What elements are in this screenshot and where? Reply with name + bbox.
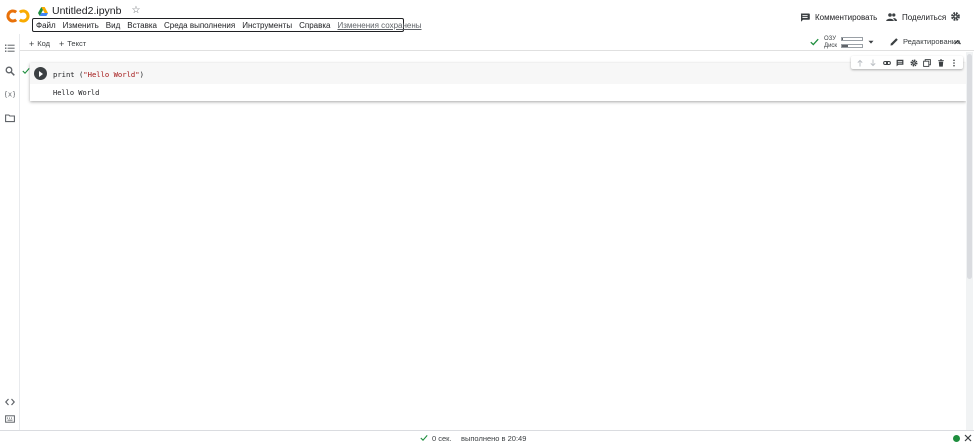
title-row: Untitled2.ipynb ☆ <box>38 4 140 18</box>
settings-icon[interactable] <box>910 59 918 67</box>
notebook-scrollbar[interactable] <box>966 52 973 430</box>
code-cell[interactable]: print ("Hello World") Hello World <box>30 63 966 101</box>
menu-view[interactable]: Вид <box>106 21 120 30</box>
pencil-icon <box>890 38 898 46</box>
code-suffix: ) <box>139 70 144 79</box>
cell-output: Hello World <box>53 89 100 97</box>
ram-bar <box>841 37 863 41</box>
link-icon[interactable] <box>882 59 891 67</box>
share-label: Поделиться <box>902 12 947 22</box>
saved-status-link[interactable]: Изменения сохранены <box>337 21 421 30</box>
notebook-title[interactable]: Untitled2.ipynb <box>52 5 121 17</box>
edit-mode-label: Редактирование <box>903 37 961 46</box>
move-up-icon[interactable] <box>856 59 864 67</box>
menu-tools[interactable]: Инструменты <box>242 21 292 30</box>
mirror-cell-icon[interactable] <box>923 58 932 67</box>
status-bar: 0 сек. выполнено в 20:49 <box>0 430 974 445</box>
code-editor[interactable]: print ("Hello World") <box>30 63 966 84</box>
disk-bar <box>841 44 863 48</box>
menu-insert[interactable]: Вставка <box>127 21 157 30</box>
execution-duration: 0 сек. <box>432 433 452 443</box>
notebook-toolbar: + Код + Текст ОЗУ Диск Редактирование <box>20 34 974 51</box>
terminal-icon[interactable] <box>5 414 15 424</box>
comment-button[interactable]: Комментировать <box>800 10 877 24</box>
connected-check-icon <box>810 38 819 46</box>
code-snippets-icon[interactable] <box>5 397 15 407</box>
run-cell-button[interactable] <box>34 67 47 80</box>
cell-toolbar <box>851 56 963 69</box>
code-string: "Hello World" <box>83 70 140 79</box>
menu-runtime[interactable]: Среда выполнения <box>164 21 235 30</box>
disk-label: Диск <box>824 43 838 49</box>
header: Untitled2.ipynb ☆ Файл Изменить Вид Вста… <box>0 0 974 34</box>
drive-icon <box>38 6 48 16</box>
code-line[interactable]: print ("Hello World") <box>53 70 144 79</box>
svg-text:{x}: {x} <box>5 91 15 99</box>
execution-status[interactable]: выполнено в 20:49 <box>461 434 526 443</box>
left-rail: {x} <box>0 34 20 431</box>
check-icon <box>420 435 428 442</box>
chevron-up-icon[interactable] <box>953 38 962 47</box>
menu-file[interactable]: Файл <box>36 21 56 30</box>
comment-icon <box>800 13 810 22</box>
folder-icon[interactable] <box>5 113 15 123</box>
search-icon[interactable] <box>5 66 15 76</box>
add-code-label: Код <box>37 39 51 48</box>
chevron-down-icon[interactable] <box>868 39 874 45</box>
comment-icon[interactable] <box>896 59 904 67</box>
more-vert-icon[interactable] <box>950 59 958 67</box>
comment-label: Комментировать <box>815 12 878 22</box>
colab-logo[interactable] <box>6 8 30 24</box>
menu-help[interactable]: Справка <box>299 21 330 30</box>
add-text-label: Текст <box>67 39 87 48</box>
gear-icon[interactable] <box>950 11 961 22</box>
share-button[interactable]: Поделиться <box>886 10 946 24</box>
star-icon[interactable]: ☆ <box>131 6 140 16</box>
menu-edit[interactable]: Изменить <box>63 21 99 30</box>
cell-executed-check-icon <box>22 68 30 75</box>
people-icon <box>886 13 897 21</box>
add-text-button[interactable]: + Текст <box>59 38 87 49</box>
scroll-thumb[interactable] <box>967 54 972 279</box>
code-prefix: print ( <box>53 70 84 79</box>
toc-icon[interactable] <box>5 43 15 53</box>
disk-fill <box>842 45 848 47</box>
edit-mode-button[interactable]: Редактирование <box>890 37 960 46</box>
resource-monitor[interactable]: ОЗУ Диск <box>810 35 880 50</box>
runtime-status-dot <box>953 434 960 442</box>
close-icon[interactable] <box>964 434 972 442</box>
ram-label: ОЗУ <box>824 36 837 42</box>
move-down-icon[interactable] <box>869 59 877 67</box>
ram-fill <box>842 38 843 40</box>
menu-bar: Файл Изменить Вид Вставка Среда выполнен… <box>32 18 422 32</box>
delete-icon[interactable] <box>937 58 945 67</box>
add-code-button[interactable]: + Код <box>29 38 51 49</box>
variables-icon[interactable]: {x} <box>5 89 15 99</box>
